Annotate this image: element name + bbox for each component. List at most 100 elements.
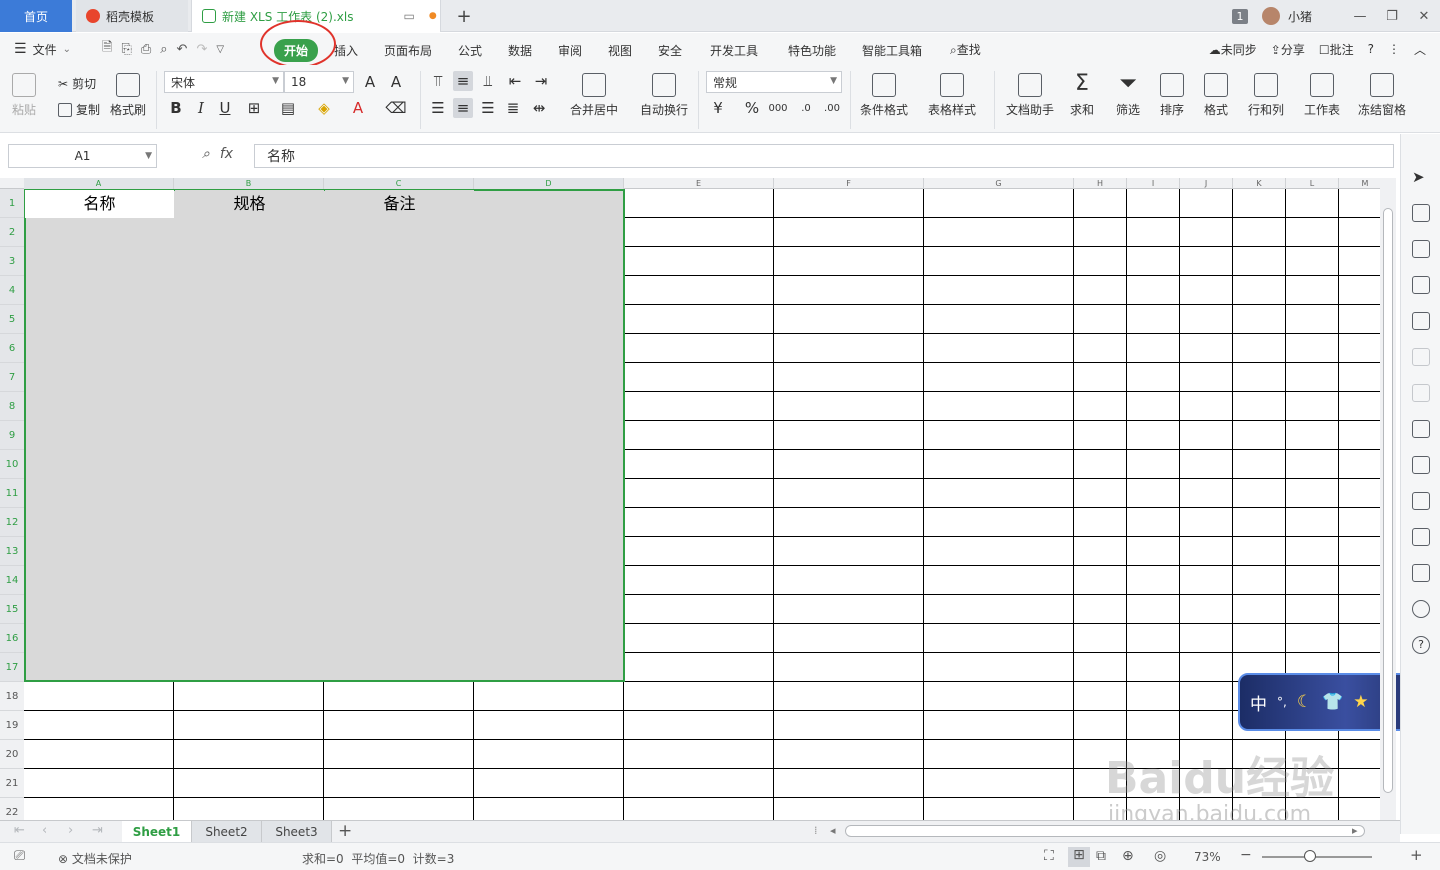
undo-icon[interactable]: ↶ xyxy=(177,42,188,57)
chart-icon[interactable] xyxy=(1412,312,1430,330)
number-format-select[interactable]: 常规 ▼ xyxy=(706,71,842,93)
tab-formula[interactable]: 公式 xyxy=(458,42,482,59)
italic-button[interactable]: I xyxy=(191,98,211,118)
tab-developer[interactable]: 开发工具 xyxy=(710,42,758,59)
tab-template[interactable]: 稻壳模板 xyxy=(76,0,188,32)
row-header-21[interactable]: 21 xyxy=(0,769,24,798)
font-grow-icon[interactable]: A xyxy=(360,72,380,92)
add-sheet-icon[interactable]: + xyxy=(338,821,352,841)
sheet-tab-2[interactable]: Sheet2 xyxy=(192,821,262,843)
archive-icon[interactable] xyxy=(1412,492,1430,510)
name-box[interactable]: A1 ▼ xyxy=(8,144,157,168)
indent-increase-icon[interactable]: ⇥ xyxy=(531,71,551,91)
protect-status[interactable]: ⊗ 文档未保护 xyxy=(58,850,132,867)
increase-decimal-icon[interactable]: .0 xyxy=(796,98,816,118)
row-header-15[interactable]: 15 xyxy=(0,595,24,624)
copy-button[interactable]: 复制 xyxy=(58,101,100,118)
eye-protect-icon[interactable]: ◎ xyxy=(1154,848,1166,864)
tab-view[interactable]: 视图 xyxy=(608,42,632,59)
tab-special[interactable]: 特色功能 xyxy=(788,42,836,59)
shield-icon[interactable] xyxy=(1412,564,1430,582)
history-icon[interactable] xyxy=(1412,600,1430,618)
vertical-scrollbar[interactable] xyxy=(1380,178,1396,820)
vertical-scroll-thumb[interactable] xyxy=(1383,208,1393,793)
wrap-text-button[interactable]: 自动换行 xyxy=(640,73,688,118)
format-button[interactable]: 格式 xyxy=(1204,73,1228,118)
file-menu[interactable]: ☰ 文件 ⌄ xyxy=(14,41,86,58)
tab-home[interactable]: 首页 xyxy=(0,0,72,32)
zoom-formula-icon[interactable]: ⌕ xyxy=(202,146,210,162)
doc-helper-button[interactable]: 文档助手 xyxy=(1006,73,1054,118)
paste-button[interactable]: 粘贴 xyxy=(12,73,36,118)
freeze-panes-button[interactable]: 冻结窗格 xyxy=(1358,73,1406,118)
format-painter-button[interactable]: 格式刷 xyxy=(110,73,146,118)
column-header-a[interactable]: A xyxy=(24,178,174,189)
row-header-5[interactable]: 5 xyxy=(0,305,24,334)
apps-icon[interactable] xyxy=(1412,276,1430,294)
new-tab-button[interactable]: + xyxy=(452,0,476,32)
scroll-left-icon[interactable]: ◂ xyxy=(830,824,836,837)
share-panel-icon[interactable] xyxy=(1412,456,1430,474)
macro-icon[interactable]: ⎚ xyxy=(14,848,25,864)
cell-b1[interactable]: 规格 xyxy=(175,190,324,218)
cut-button[interactable]: ✂ 剪切 xyxy=(58,75,96,92)
normal-view-icon[interactable]: ⊞ xyxy=(1068,847,1090,867)
currency-icon[interactable]: ¥ xyxy=(708,98,728,118)
column-header-e[interactable]: E xyxy=(624,178,774,189)
fx-button[interactable]: fx xyxy=(220,146,233,162)
print-icon[interactable]: ⎙ xyxy=(141,42,151,57)
last-sheet-icon[interactable]: ⇥ xyxy=(92,823,103,838)
font-color-icon[interactable]: A xyxy=(348,98,368,118)
zoom-level[interactable]: 73% xyxy=(1194,850,1221,864)
tab-insert[interactable]: 插入 xyxy=(334,42,358,59)
column-header-l[interactable]: L xyxy=(1286,178,1339,189)
collapse-ribbon-icon[interactable]: ︿ xyxy=(1414,41,1426,58)
row-header-7[interactable]: 7 xyxy=(0,363,24,392)
page-break-view-icon[interactable]: ⧉ xyxy=(1096,848,1106,864)
row-header-22[interactable]: 22 xyxy=(0,798,24,820)
thousands-icon[interactable]: 000 xyxy=(768,98,788,118)
horizontal-scrollbar[interactable] xyxy=(845,825,1365,837)
row-header-20[interactable]: 20 xyxy=(0,740,24,769)
picture-icon[interactable] xyxy=(1412,420,1430,438)
cursor-icon[interactable]: ➤ xyxy=(1412,168,1430,186)
align-right-icon[interactable]: ☰ xyxy=(478,98,498,118)
sheet-tab-3[interactable]: Sheet3 xyxy=(262,821,332,843)
row-header-3[interactable]: 3 xyxy=(0,247,24,276)
minimize-icon[interactable]: — xyxy=(1344,9,1376,24)
moon-icon[interactable]: ☾ xyxy=(1297,692,1312,712)
worksheet-button[interactable]: 工作表 xyxy=(1304,73,1340,118)
tab-review[interactable]: 审阅 xyxy=(558,42,582,59)
row-header-9[interactable]: 9 xyxy=(0,421,24,450)
next-sheet-icon[interactable]: › xyxy=(68,823,73,838)
column-header-c[interactable]: C xyxy=(324,178,474,189)
user-name[interactable]: 小猪 xyxy=(1288,8,1312,25)
tab-data[interactable]: 数据 xyxy=(508,42,532,59)
split-handle-icon[interactable]: ⁞ xyxy=(814,824,818,837)
comment-panel-icon[interactable] xyxy=(1412,384,1430,402)
scroll-right-icon[interactable]: ▸ xyxy=(1352,824,1358,837)
underline-button[interactable]: U xyxy=(215,98,235,118)
first-sheet-icon[interactable]: ⇤ xyxy=(14,823,25,838)
zoom-out-icon[interactable]: − xyxy=(1240,847,1252,863)
align-bottom-icon[interactable]: ⫫ xyxy=(478,71,498,91)
restore-icon[interactable]: ❐ xyxy=(1376,9,1408,24)
style-icon[interactable] xyxy=(1412,240,1430,258)
font-family-select[interactable]: 宋体 ▼ xyxy=(164,71,284,93)
skin-icon[interactable]: 👕 xyxy=(1322,692,1343,712)
cell-c1[interactable]: 备注 xyxy=(325,190,474,218)
font-size-select[interactable]: 18 ▼ xyxy=(284,71,354,93)
cell-a1[interactable]: 名称 xyxy=(25,190,174,218)
share-button[interactable]: ⇪分享 xyxy=(1271,41,1305,58)
row-header-18[interactable]: 18 xyxy=(0,682,24,711)
decrease-decimal-icon[interactable]: .00 xyxy=(822,98,842,118)
column-header-g[interactable]: G xyxy=(924,178,1074,189)
tab-page-layout[interactable]: 页面布局 xyxy=(384,42,432,59)
more-icon[interactable]: ⋮ xyxy=(1388,42,1400,56)
distribute-icon[interactable]: ⇹ xyxy=(529,98,549,118)
percent-button[interactable]: % xyxy=(742,98,762,118)
column-header-k[interactable]: K xyxy=(1233,178,1286,189)
conditional-format-button[interactable]: 条件格式 xyxy=(860,73,908,118)
zoom-slider[interactable] xyxy=(1262,856,1372,858)
column-header-b[interactable]: B xyxy=(174,178,324,189)
